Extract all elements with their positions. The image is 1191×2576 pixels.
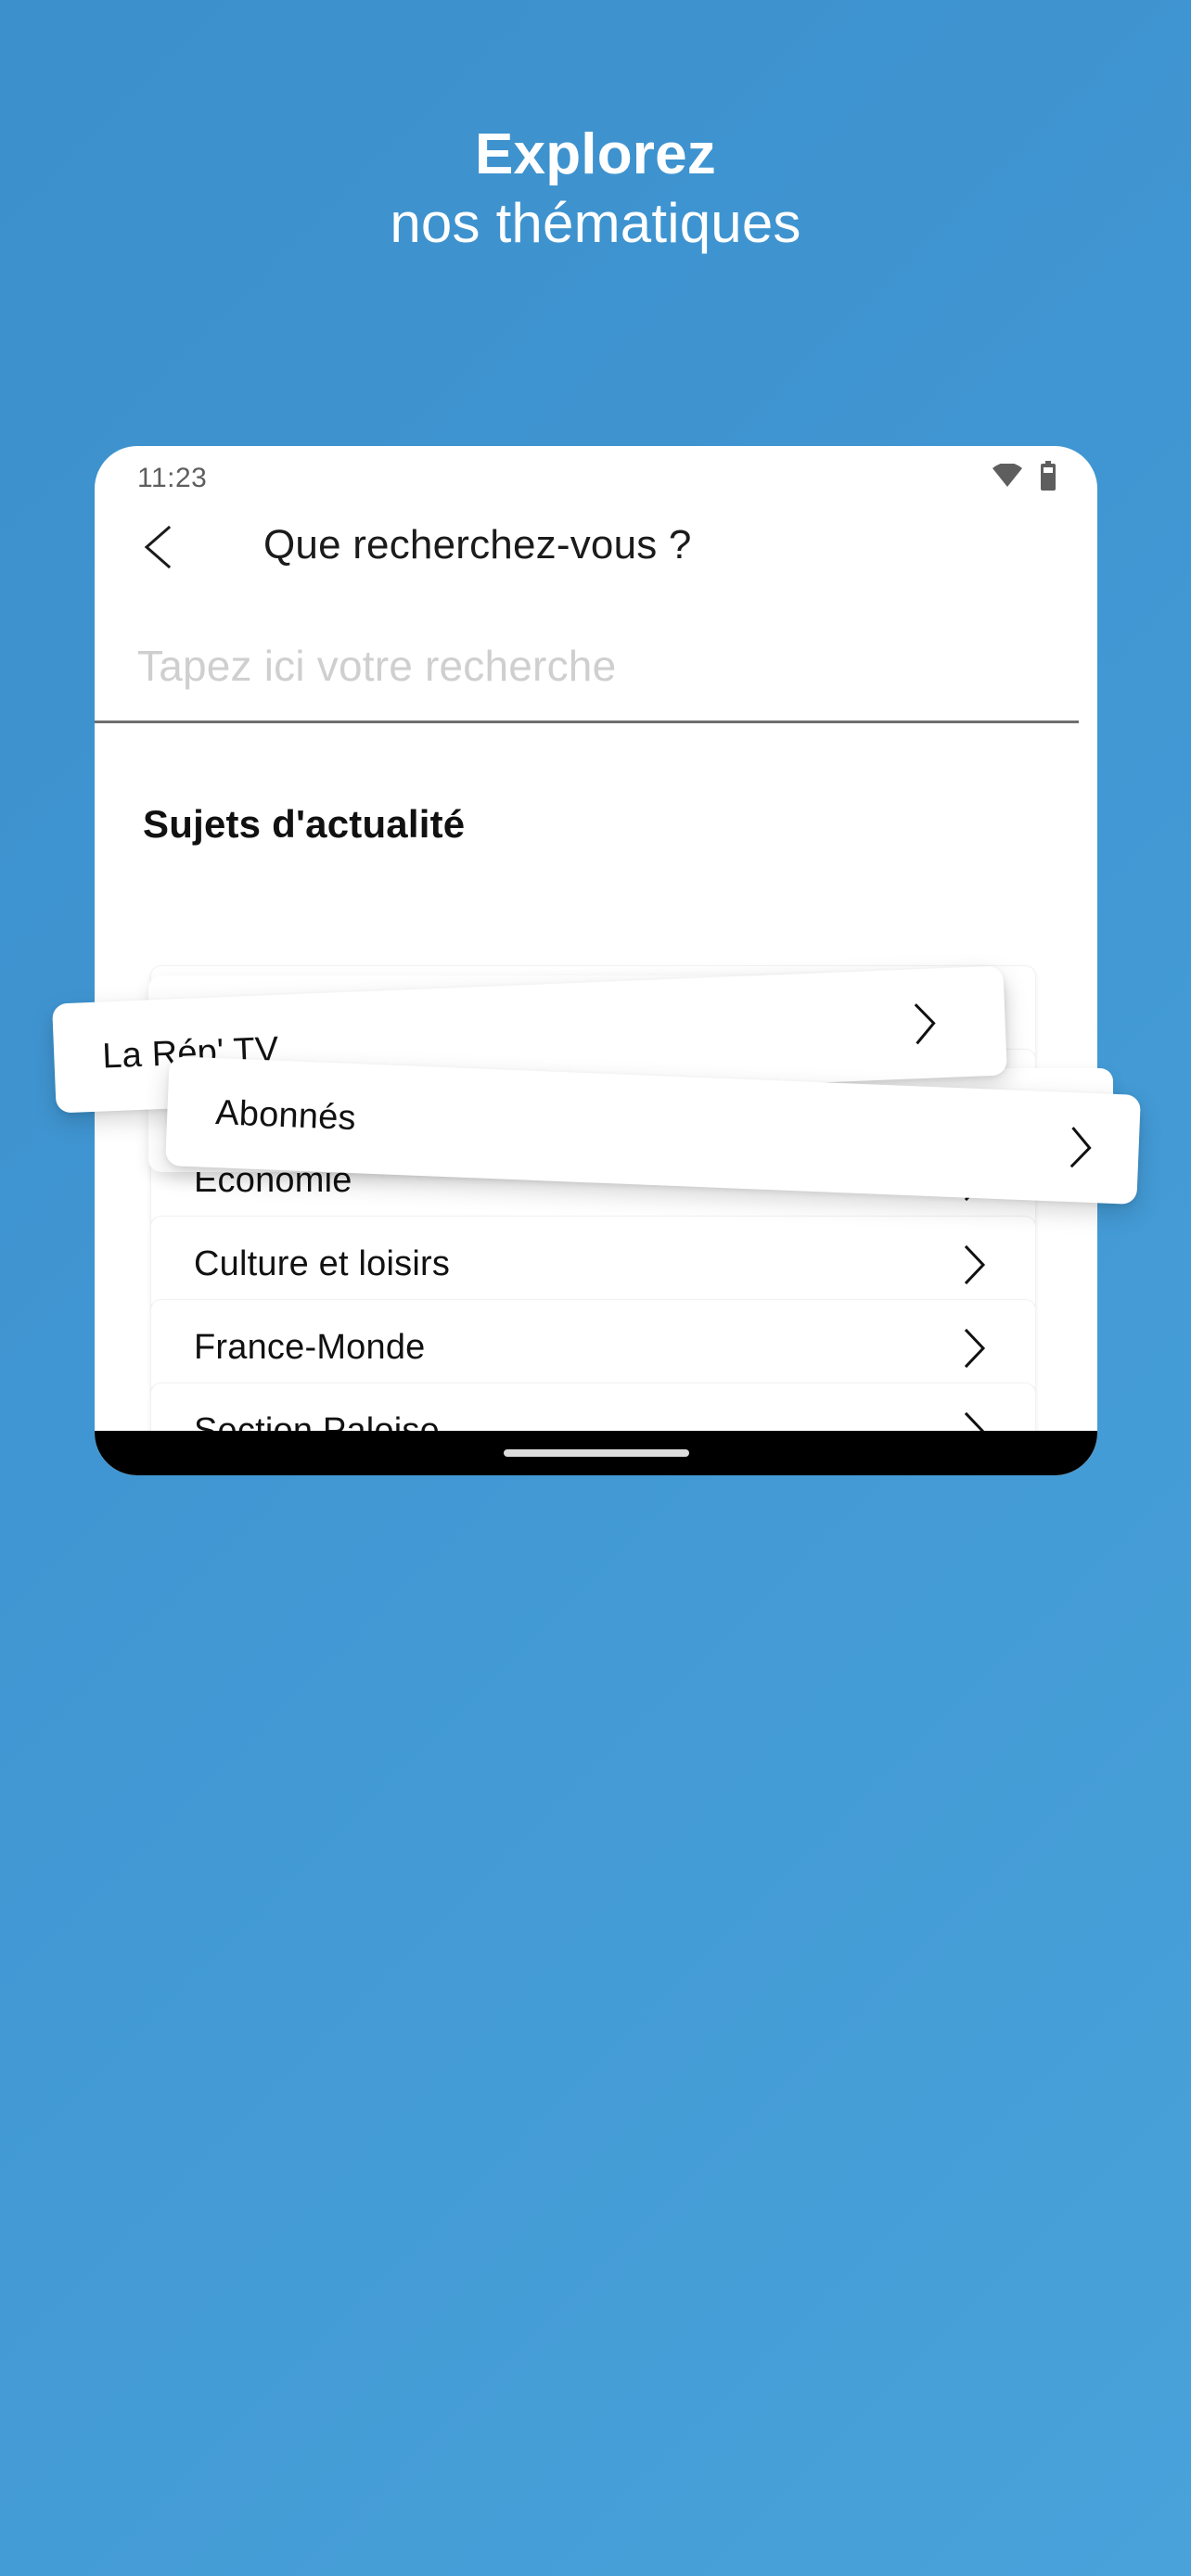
chevron-right-icon [963, 1244, 987, 1285]
topic-label: Abonnés [214, 1092, 357, 1138]
home-indicator[interactable] [503, 1449, 689, 1457]
section-title-actualite: Sujets d'actualité [143, 802, 466, 846]
chevron-right-icon [1068, 1126, 1095, 1169]
status-bar-icons [992, 461, 1058, 491]
status-bar: 11:23 [95, 446, 1097, 504]
chevron-left-icon [141, 525, 173, 574]
search-input[interactable] [95, 626, 1097, 706]
battery-icon [1038, 461, 1058, 491]
phone-mockup: 11:23 Que recherchez-vous ? Tapez ici vo… [95, 446, 1097, 1475]
promo-headline-line2: nos thématiques [390, 191, 801, 254]
status-bar-time: 11:23 [137, 463, 208, 493]
promo-headline: Explorez nos thématiques [0, 122, 1191, 255]
topic-label: Culture et loisirs [194, 1244, 451, 1283]
chevron-right-icon [912, 1001, 940, 1045]
system-navigation-bar [95, 1431, 1097, 1475]
search-area [95, 626, 1097, 737]
wifi-icon [992, 462, 1023, 488]
back-button[interactable] [124, 516, 189, 581]
promo-headline-line1: Explorez [474, 122, 716, 186]
topic-label: France-Monde [194, 1328, 426, 1367]
app-bar: Que recherchez-vous ? [95, 504, 1097, 606]
chevron-right-icon [963, 1328, 987, 1369]
search-underline [95, 721, 1079, 723]
page-title: Que recherchez-vous ? [263, 522, 692, 567]
